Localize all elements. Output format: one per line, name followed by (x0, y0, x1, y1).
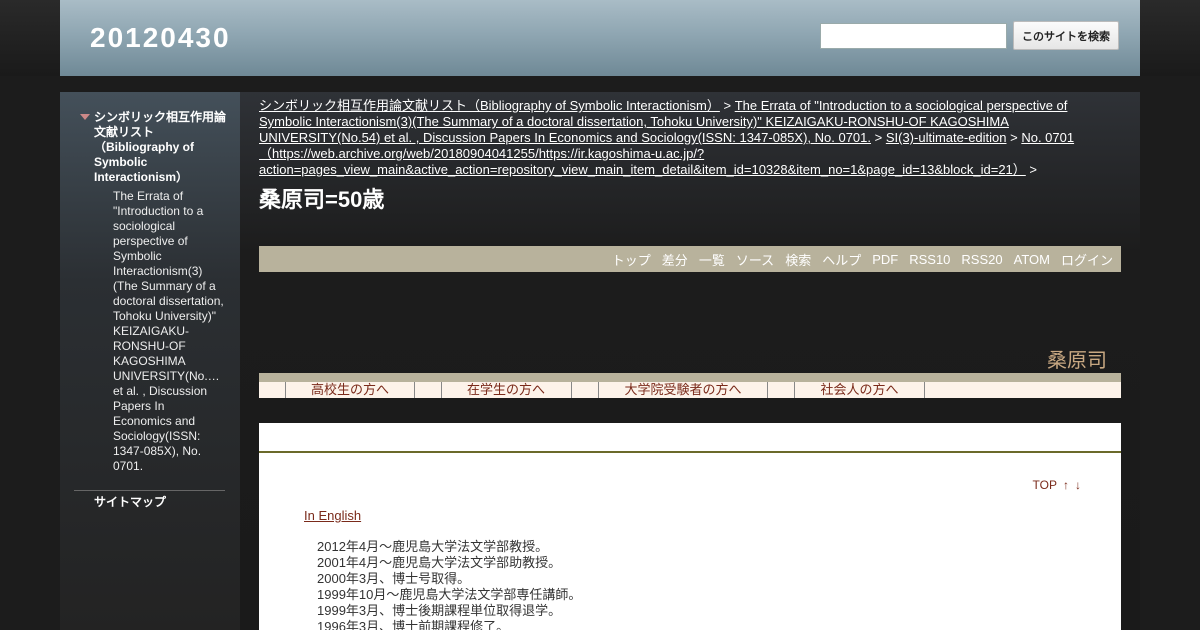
career-history: 2012年4月～鹿児島大学法文学部教授。 2001年4月～鹿児島大学法文学部助教… (317, 539, 581, 630)
main-content: シンボリック相互作用論文献リスト（Bibliography of Symboli… (240, 92, 1140, 630)
history-item: 2012年4月～鹿児島大学法文学部教授。 (317, 539, 549, 554)
audience-nav: 高校生の方へ 在学生の方へ 大学院受験者の方へ 社会人の方へ (259, 382, 1121, 398)
nav-grad-applicants[interactable]: 大学院受験者の方へ (599, 382, 767, 398)
page-jump-links: TOP ↑ ↓ (1027, 478, 1081, 492)
breadcrumb-end: > (1025, 162, 1037, 177)
toolbar-atom[interactable]: ATOM (1014, 252, 1050, 267)
english-link[interactable]: In English (304, 508, 361, 523)
down-arrow-icon[interactable]: ↓ (1075, 478, 1081, 492)
toolbar-search[interactable]: 検索 (785, 250, 811, 269)
toolbar-list[interactable]: 一覧 (699, 250, 725, 269)
breadcrumb: シンボリック相互作用論文献リスト（Bibliography of Symboli… (259, 98, 1089, 178)
nav-working-adults[interactable]: 社会人の方へ (795, 382, 924, 398)
site-header: 20120430 このサイトを検索 (60, 0, 1140, 76)
nav-high-school[interactable]: 高校生の方へ (286, 382, 414, 398)
author-name: 桑原司 (1047, 350, 1107, 372)
content-header-bar (259, 423, 1121, 451)
breadcrumb-separator: > (1006, 130, 1022, 145)
toolbar-help[interactable]: ヘルプ (822, 250, 861, 269)
top-link[interactable]: TOP (1033, 478, 1057, 492)
page-title: 桑原司=50歳 (259, 187, 385, 212)
sidebar: シンボリック相互作用論文献リスト（Bibliography of Symboli… (60, 92, 240, 630)
breadcrumb-si3[interactable]: SI(3)-ultimate-edition (886, 130, 1007, 145)
nav-separator (414, 382, 415, 398)
breadcrumb-separator: > (719, 98, 735, 113)
history-item: 1999年3月、博士後期課程単位取得退学。 (317, 603, 562, 618)
site-title[interactable]: 20120430 (90, 22, 231, 54)
toolbar-pdf[interactable]: PDF (872, 252, 898, 267)
breadcrumb-bibliography[interactable]: シンボリック相互作用論文献リスト（Bibliography of Symboli… (259, 98, 720, 113)
history-item: 2000年3月、博士号取得。 (317, 571, 471, 586)
toolbar-source[interactable]: ソース (736, 250, 774, 269)
content-body: TOP ↑ ↓ In English 2012年4月～鹿児島大学法文学部教授。 20… (259, 453, 1121, 630)
nav-separator (924, 382, 925, 398)
toolbar-diff[interactable]: 差分 (662, 250, 688, 269)
toolbar-top[interactable]: トップ (612, 250, 651, 269)
up-arrow-icon[interactable]: ↑ (1063, 478, 1069, 492)
search-button[interactable]: このサイトを検索 (1013, 21, 1119, 50)
sidebar-divider (74, 490, 225, 491)
history-item: 1999年10月～鹿児島大学法文学部専任講師。 (317, 587, 582, 602)
sidebar-item-errata[interactable]: The Errata of "Introduction to a sociolo… (113, 189, 225, 474)
toolbar-rss10[interactable]: RSS10 (909, 252, 950, 267)
toolbar-login[interactable]: ログイン (1061, 250, 1113, 269)
history-item: 1996年3月、博士前期課程修了。 (317, 619, 510, 630)
wiki-toolbar: トップ 差分 一覧 ソース 検索 ヘルプ PDF RSS10 RSS20 ATO… (259, 246, 1121, 272)
sidebar-item-bibliography[interactable]: シンボリック相互作用論文献リスト（Bibliography of Symboli… (94, 110, 234, 185)
expand-arrow-icon[interactable] (80, 114, 90, 120)
nav-current-students[interactable]: 在学生の方へ (442, 382, 570, 398)
breadcrumb-separator: > (871, 130, 886, 145)
nav-separator (767, 382, 768, 398)
search-input[interactable] (820, 23, 1007, 49)
history-item: 2001年4月～鹿児島大学法文学部助教授。 (317, 555, 562, 570)
nav-separator (571, 382, 572, 398)
navbar-top-strip (259, 373, 1121, 382)
sidebar-item-sitemap[interactable]: サイトマップ (94, 493, 166, 510)
toolbar-rss20[interactable]: RSS20 (961, 252, 1002, 267)
